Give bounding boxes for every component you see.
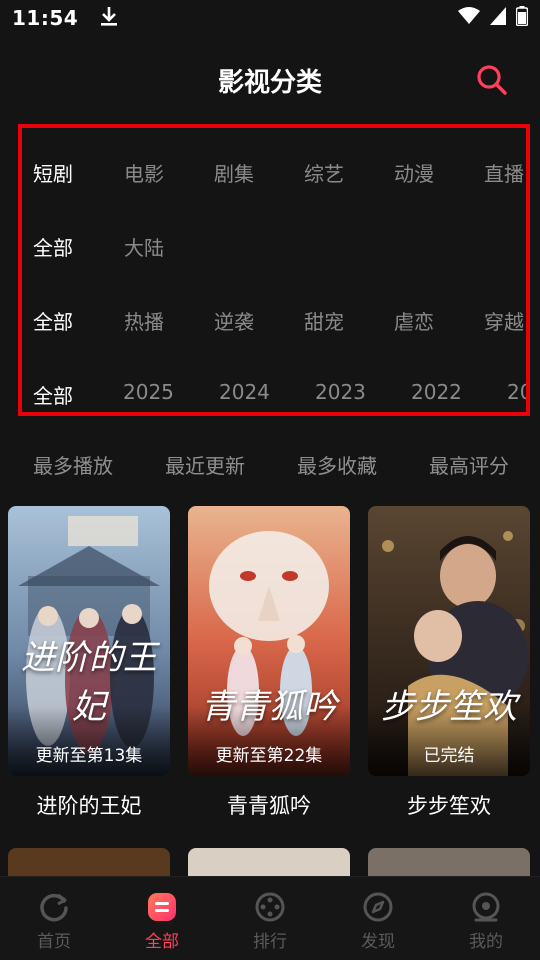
drama-title[interactable]: 进阶的王妃: [8, 790, 170, 820]
filter-genre-item[interactable]: 热播: [124, 306, 164, 335]
filter-type-item[interactable]: 电影: [124, 158, 164, 187]
tab-ranking[interactable]: 排行: [216, 877, 324, 960]
filter-year-item[interactable]: 2023: [315, 380, 366, 404]
filter-row-genre: 全部 热播 逆袭 甜宠 虐恋 穿越: [22, 298, 526, 338]
filter-genre-item[interactable]: 逆袭: [214, 306, 254, 335]
poster-title-art: 进阶的王妃: [21, 638, 157, 727]
poster-title-art: 步步笙欢: [381, 687, 517, 727]
drama-card-partial[interactable]: [8, 848, 170, 878]
tab-label: 发现: [361, 932, 395, 952]
filter-type-item[interactable]: 直播: [484, 158, 524, 187]
filter-year-item[interactable]: 2025: [123, 380, 174, 404]
drama-poster[interactable]: 青青狐吟 更新至第22集: [188, 506, 350, 776]
filter-year-item[interactable]: 2024: [219, 380, 270, 404]
battery-icon: [515, 6, 529, 30]
drama-title[interactable]: 青青狐吟: [188, 790, 350, 820]
filter-type-item[interactable]: 剧集: [214, 158, 254, 187]
drama-title[interactable]: 步步笙欢: [368, 790, 530, 820]
tab-label: 我的: [469, 932, 503, 952]
filter-type-item[interactable]: 动漫: [394, 158, 434, 187]
filter-year-item[interactable]: 202: [507, 380, 526, 404]
tab-discover[interactable]: 发现: [324, 877, 432, 960]
wifi-icon: [458, 7, 480, 29]
drama-card-partial[interactable]: [188, 848, 350, 878]
category-icon: [146, 891, 178, 923]
episode-status: 已完结: [423, 746, 475, 766]
filter-row-region: 全部 大陆: [22, 224, 526, 264]
home-refresh-icon: [38, 891, 70, 923]
drama-card[interactable]: 进阶的王妃 更新至第13集 进阶的王妃: [8, 506, 170, 820]
poster-title-art: 青青狐吟: [201, 687, 337, 727]
filter-type-active[interactable]: 短剧: [33, 158, 73, 187]
filter-region-item[interactable]: 大陆: [124, 232, 164, 261]
drama-card-partial[interactable]: [368, 848, 530, 878]
status-time: 11:54: [12, 6, 79, 30]
drama-card[interactable]: 青青狐吟 更新至第22集 青青狐吟: [188, 506, 350, 820]
search-button[interactable]: [474, 62, 510, 98]
drama-card[interactable]: 步步笙欢 已完结 步步笙欢: [368, 506, 530, 820]
filter-region-active[interactable]: 全部: [33, 232, 73, 261]
tab-label: 排行: [253, 932, 287, 952]
filter-type-item[interactable]: 综艺: [304, 158, 344, 187]
filter-genre-item[interactable]: 虐恋: [394, 306, 434, 335]
filter-genre-item[interactable]: 穿越: [484, 306, 524, 335]
sort-most-favorited[interactable]: 最多收藏: [297, 450, 377, 479]
compass-icon: [362, 891, 394, 923]
drama-poster[interactable]: 进阶的王妃 更新至第13集: [8, 506, 170, 776]
signal-icon: [490, 7, 506, 29]
filter-year-active[interactable]: 全部: [33, 380, 73, 409]
tab-all[interactable]: 全部: [108, 877, 216, 960]
tab-label: 全部: [145, 932, 179, 952]
filter-panel: 短剧 电影 剧集 综艺 动漫 直播 全部 大陆 全部 热播 逆袭 甜宠 虐恋 穿…: [18, 124, 530, 416]
download-icon: [100, 6, 118, 30]
bottom-tab-bar: 首页 全部 排行 发现 我的: [0, 876, 540, 960]
episode-status: 更新至第13集: [35, 746, 143, 766]
profile-icon: [470, 891, 502, 923]
filter-genre-active[interactable]: 全部: [33, 306, 73, 335]
filter-row-year: 全部 2025 2024 2023 2022 202: [22, 372, 526, 412]
filter-year-item[interactable]: 2022: [411, 380, 462, 404]
search-icon: [477, 65, 507, 95]
filter-row-type: 短剧 电影 剧集 综艺 动漫 直播: [22, 150, 526, 190]
drama-poster[interactable]: 步步笙欢 已完结: [368, 506, 530, 776]
sort-recently-updated[interactable]: 最近更新: [165, 450, 245, 479]
sort-most-played[interactable]: 最多播放: [33, 450, 113, 479]
sort-highest-rated[interactable]: 最高评分: [429, 450, 509, 479]
sort-row: 最多播放 最近更新 最多收藏 最高评分: [0, 444, 540, 484]
filter-genre-item[interactable]: 甜宠: [304, 306, 344, 335]
episode-status: 更新至第22集: [215, 746, 323, 766]
page-title: 影视分类: [217, 68, 322, 98]
header: 影视分类: [0, 50, 540, 110]
tab-home[interactable]: 首页: [0, 877, 108, 960]
tab-mine[interactable]: 我的: [432, 877, 540, 960]
status-bar: 11:54: [0, 0, 540, 36]
film-reel-icon: [254, 891, 286, 923]
tab-label: 首页: [37, 932, 71, 952]
